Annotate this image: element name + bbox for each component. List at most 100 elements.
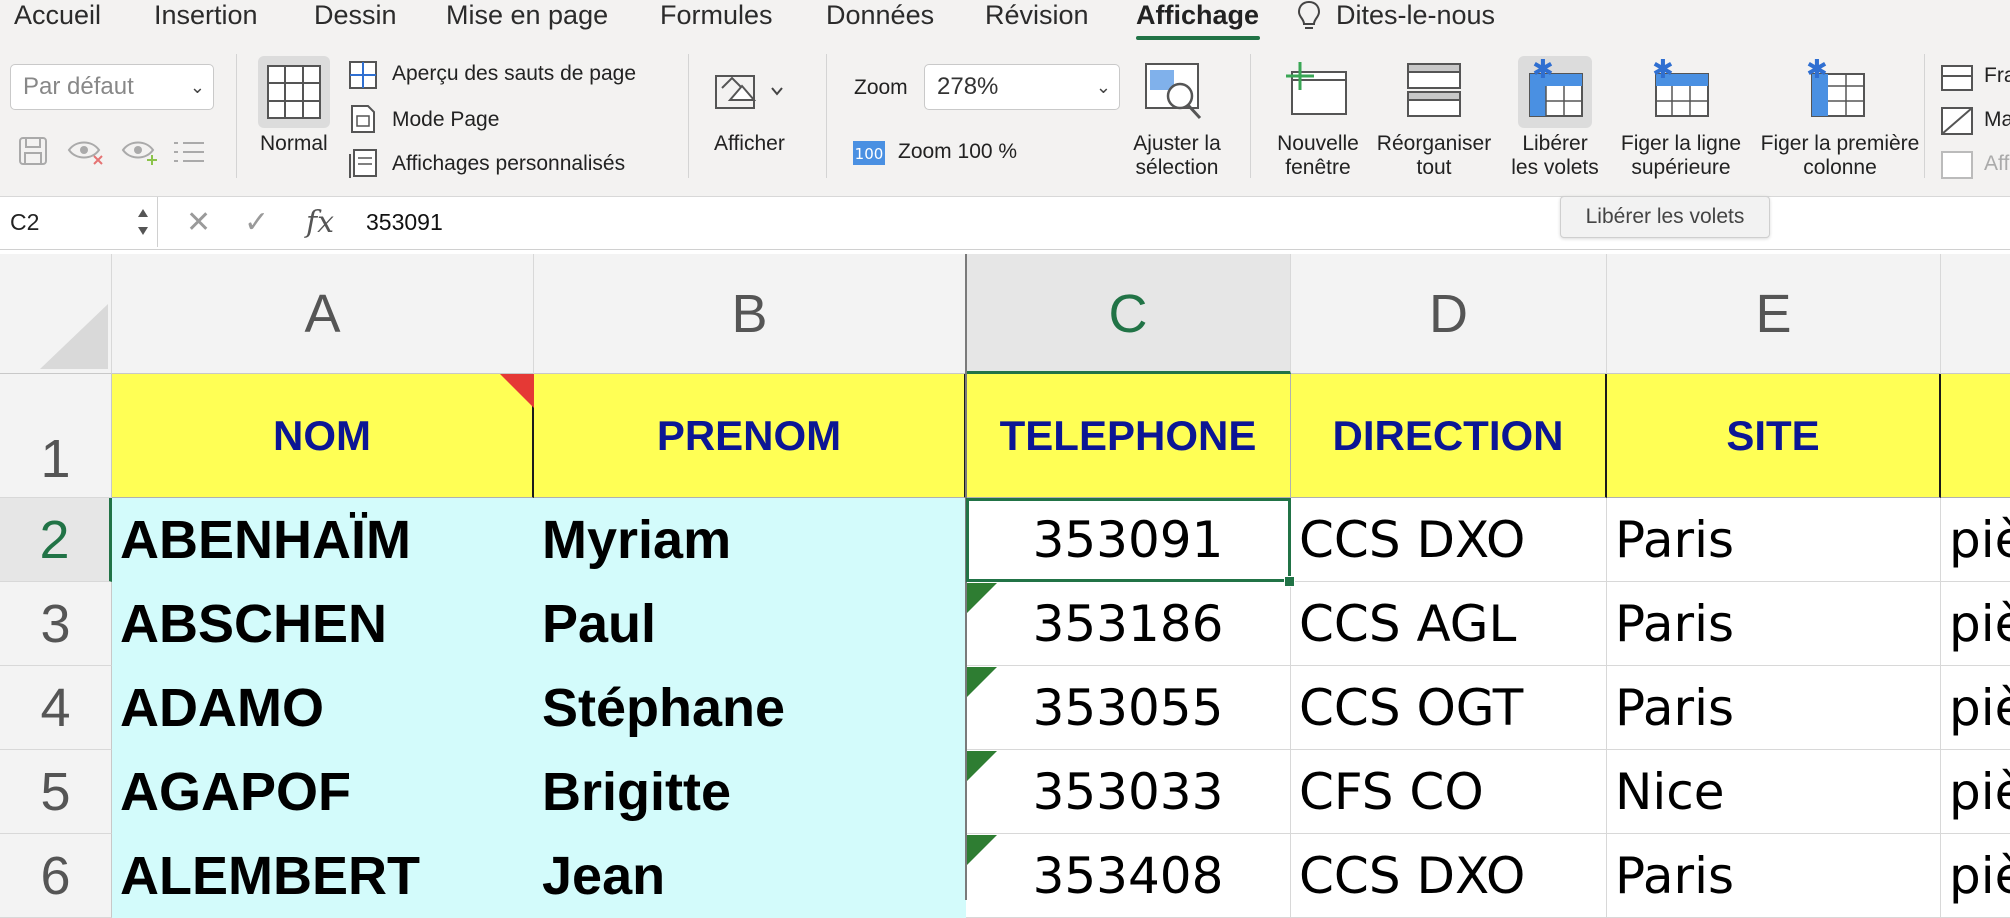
split-icon[interactable] <box>1940 64 1974 92</box>
freeze-first-column-icon[interactable]: ✱ <box>1800 56 1874 128</box>
page-layout-icon[interactable] <box>350 104 376 134</box>
fill-handle[interactable] <box>1284 576 1295 587</box>
comment-indicator[interactable] <box>500 374 534 408</box>
cell-a6[interactable]: ALEMBERT <box>112 834 534 918</box>
freeze-top-row-label[interactable]: Figer la ligne supérieure <box>1608 132 1754 180</box>
select-all-corner[interactable] <box>0 254 112 374</box>
row-header-5[interactable]: 5 <box>0 750 112 834</box>
tab-accueil[interactable]: Accueil <box>14 0 101 30</box>
hide-label[interactable]: Ma <box>1984 108 2010 132</box>
number-as-text-indicator[interactable] <box>967 751 997 781</box>
freeze-top-row-icon[interactable]: ✱ <box>1644 56 1718 128</box>
page-layout-label[interactable]: Mode Page <box>392 108 499 132</box>
list-icon[interactable] <box>172 138 206 166</box>
row-header-6[interactable]: 6 <box>0 834 112 918</box>
tab-affichage[interactable]: Affichage <box>1136 0 1259 30</box>
cell-a3[interactable]: ABSCHEN <box>112 582 534 666</box>
freeze-first-column-label[interactable]: Figer la première colonne <box>1754 132 1926 180</box>
header-cell-direction[interactable]: DIRECTION <box>1291 374 1607 498</box>
header-cell-nom[interactable]: NOM <box>112 374 534 498</box>
zoom-select[interactable]: 278% ⌄ <box>924 64 1120 110</box>
column-header-a[interactable]: A <box>112 254 534 374</box>
header-cell-telephone[interactable]: TELEPHONE <box>966 374 1291 498</box>
number-as-text-indicator[interactable] <box>967 667 997 697</box>
tab-mise-en-page[interactable]: Mise en page <box>446 0 608 30</box>
tab-dessin[interactable]: Dessin <box>314 0 397 30</box>
cell-a5[interactable]: AGAPOF <box>112 750 534 834</box>
row-header-1[interactable]: 1 <box>0 374 112 498</box>
eye-add-icon[interactable] <box>120 136 160 168</box>
row-header-2[interactable]: 2 <box>0 498 112 582</box>
number-as-text-indicator[interactable] <box>967 835 997 865</box>
cell-f5[interactable]: piè <box>1941 750 2010 834</box>
cell-e2[interactable]: Paris <box>1607 498 1941 582</box>
name-box[interactable]: C2 <box>0 197 158 247</box>
row-header-3[interactable]: 3 <box>0 582 112 666</box>
cell-f3[interactable]: piè <box>1941 582 2010 666</box>
custom-views-icon[interactable] <box>348 148 378 180</box>
cell-d2[interactable]: CCS DXO <box>1291 498 1607 582</box>
cancel-icon[interactable]: ✕ <box>186 205 211 240</box>
eye-delete-icon[interactable] <box>66 136 106 168</box>
zoom-to-selection-icon[interactable] <box>1142 60 1206 122</box>
cell-d5[interactable]: CFS CO <box>1291 750 1607 834</box>
cell-c3[interactable]: 353186 <box>966 582 1291 666</box>
view-select[interactable]: Par défaut ⌄ <box>10 64 214 110</box>
cell-f4[interactable]: piè <box>1941 666 2010 750</box>
cell-a4[interactable]: ADAMO <box>112 666 534 750</box>
cell-b2[interactable]: Myriam <box>534 498 966 582</box>
column-header-f[interactable] <box>1941 254 2010 374</box>
cell-a2[interactable]: ABENHAÏM <box>112 498 534 582</box>
cell-c5[interactable]: 353033 <box>966 750 1291 834</box>
show-button-label[interactable]: Afficher <box>714 132 785 156</box>
arrange-all-icon[interactable] <box>1404 60 1464 120</box>
number-as-text-indicator[interactable] <box>967 583 997 613</box>
unfreeze-panes-button[interactable]: ✱ <box>1518 55 1592 128</box>
save-view-icon[interactable] <box>16 134 50 168</box>
show-options-icon[interactable] <box>712 66 784 122</box>
new-window-label[interactable]: Nouvelle fenêtre <box>1266 132 1370 180</box>
formula-input[interactable]: 353091 <box>366 197 443 247</box>
cell-e4[interactable]: Paris <box>1607 666 1941 750</box>
cell-d6[interactable]: CCS DXO <box>1291 834 1607 918</box>
header-cell-f[interactable] <box>1941 374 2010 498</box>
tab-insertion[interactable]: Insertion <box>154 0 258 30</box>
cell-b4[interactable]: Stéphane <box>534 666 966 750</box>
zoom-100-label[interactable]: Zoom 100 % <box>898 140 1017 164</box>
tell-me-search[interactable]: Dites-le-nous <box>1336 0 1495 30</box>
name-box-stepper-icon[interactable] <box>135 203 151 241</box>
column-header-c[interactable]: C <box>966 254 1291 374</box>
cell-f2[interactable]: piè <box>1941 498 2010 582</box>
cell-c6[interactable]: 353408 <box>966 834 1291 918</box>
fit-selection-label[interactable]: Ajuster la sélection <box>1126 132 1228 180</box>
cell-d3[interactable]: CCS AGL <box>1291 582 1607 666</box>
hide-icon[interactable] <box>1940 106 1974 136</box>
header-cell-prenom[interactable]: PRENOM <box>534 374 966 498</box>
page-break-preview-label[interactable]: Aperçu des sauts de page <box>392 62 636 86</box>
unfreeze-panes-label[interactable]: Libérer les volets <box>1500 132 1610 180</box>
column-header-d[interactable]: D <box>1291 254 1607 374</box>
enter-icon[interactable]: ✓ <box>244 205 269 240</box>
cell-f6[interactable]: piè <box>1941 834 2010 918</box>
split-label[interactable]: Fra <box>1984 64 2010 88</box>
page-break-preview-icon[interactable] <box>348 60 378 90</box>
arrange-all-label[interactable]: Réorganiser tout <box>1372 132 1496 180</box>
cell-b6[interactable]: Jean <box>534 834 966 918</box>
new-window-icon[interactable] <box>1284 60 1350 120</box>
custom-views-label[interactable]: Affichages personnalisés <box>392 152 625 176</box>
column-header-b[interactable]: B <box>534 254 966 374</box>
column-header-e[interactable]: E <box>1607 254 1941 374</box>
cell-e3[interactable]: Paris <box>1607 582 1941 666</box>
tab-revision[interactable]: Révision <box>985 0 1089 30</box>
cell-d4[interactable]: CCS OGT <box>1291 666 1607 750</box>
cell-e6[interactable]: Paris <box>1607 834 1941 918</box>
cell-b3[interactable]: Paul <box>534 582 966 666</box>
cell-c4[interactable]: 353055 <box>966 666 1291 750</box>
row-header-4[interactable]: 4 <box>0 666 112 750</box>
zoom-100-icon[interactable]: 100 <box>852 140 886 166</box>
cell-b5[interactable]: Brigitte <box>534 750 966 834</box>
tab-formules[interactable]: Formules <box>660 0 773 30</box>
header-cell-site[interactable]: SITE <box>1607 374 1941 498</box>
normal-view-button[interactable] <box>258 56 330 128</box>
tab-donnees[interactable]: Données <box>826 0 934 30</box>
